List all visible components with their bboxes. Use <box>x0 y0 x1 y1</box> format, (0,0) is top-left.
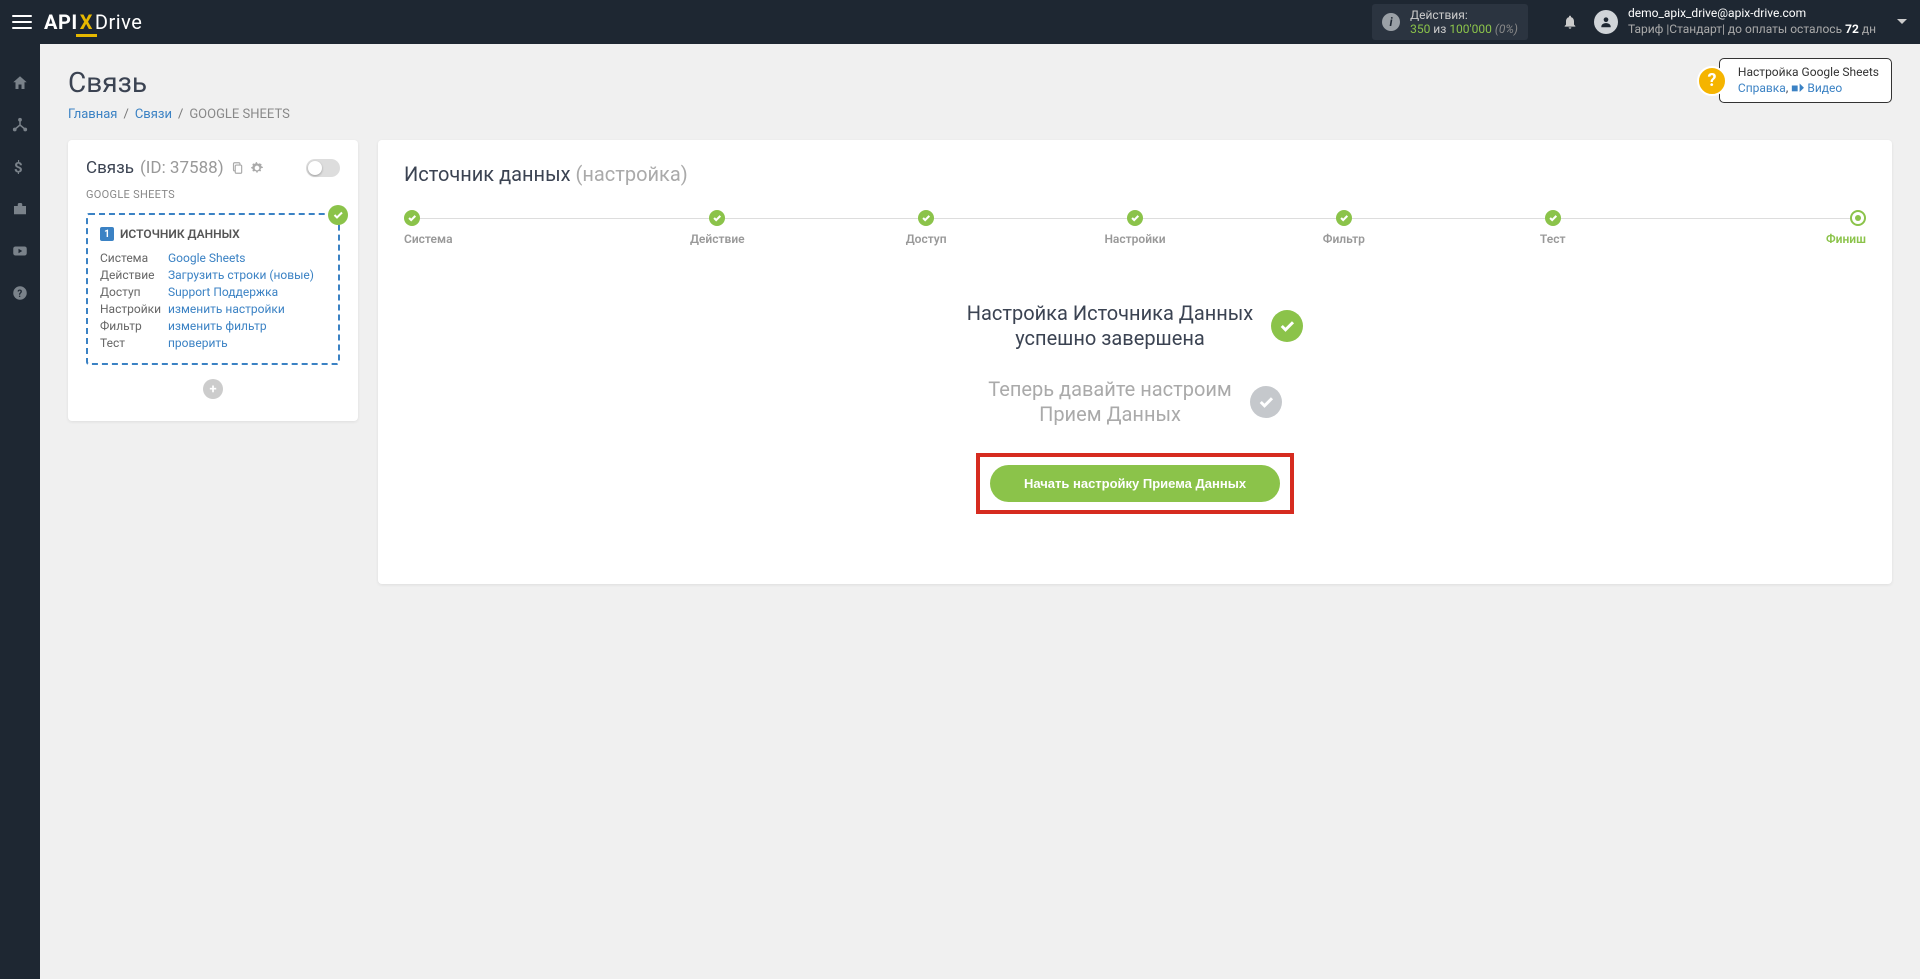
nav-connections-icon[interactable] <box>11 116 29 134</box>
copy-icon[interactable] <box>230 161 244 175</box>
help-link-doc[interactable]: Справка <box>1738 81 1786 95</box>
nav-billing-icon[interactable]: $ <box>11 158 29 176</box>
actions-label: Действия: <box>1410 8 1518 22</box>
step-label: Финиш <box>1826 232 1866 246</box>
source-row: Настройкиизменить настройки <box>100 302 326 316</box>
help-badge-icon[interactable]: ? <box>1697 66 1727 96</box>
source-row-key: Тест <box>100 336 168 350</box>
connection-id: (ID: 37588) <box>140 158 224 178</box>
step-label: Система <box>404 232 453 246</box>
user-menu[interactable]: demo_apix_drive@apix-drive.com Тариф |Ст… <box>1594 6 1908 37</box>
logo-text-1: API <box>44 10 78 34</box>
avatar-icon <box>1594 10 1618 34</box>
breadcrumb-home[interactable]: Главная <box>68 107 117 122</box>
step-dot <box>1336 210 1352 226</box>
source-row-key: Доступ <box>100 285 168 299</box>
step-dot <box>1850 210 1866 226</box>
step-label: Настройки <box>1104 232 1165 246</box>
step-финиш[interactable]: Финиш <box>1657 210 1866 246</box>
step-label: Доступ <box>906 232 947 246</box>
step-dot <box>918 210 934 226</box>
status-pending-icon <box>1250 386 1282 418</box>
source-row-key: Действие <box>100 268 168 282</box>
status-done-text: Настройка Источника Данныхуспешно заверш… <box>967 301 1253 351</box>
user-tariff: Тариф |Стандарт| до оплаты осталось 72 д… <box>1628 22 1876 38</box>
stepper: Система Действие Доступ Настройки Фильтр Тест… <box>404 210 1866 246</box>
chevron-down-icon <box>1896 18 1908 26</box>
step-label: Фильтр <box>1323 232 1365 246</box>
breadcrumb: Главная/ Связи/ GOOGLE SHEETS <box>68 107 1892 122</box>
step-настройки[interactable]: Настройки <box>1031 210 1240 246</box>
status-pending-text: Теперь давайте настроимПрием Данных <box>988 377 1232 427</box>
actions-used: 350 <box>1410 22 1430 36</box>
source-row-key: Система <box>100 251 168 265</box>
nav-help-icon[interactable]: ? <box>11 284 29 302</box>
breadcrumb-current: GOOGLE SHEETS <box>189 107 289 122</box>
source-box: 1ИСТОЧНИК ДАННЫХ СистемаGoogle SheetsДей… <box>86 213 340 365</box>
camera-icon: ■⏵ <box>1791 81 1804 95</box>
page-title: Связь <box>68 66 1892 99</box>
start-destination-setup-button[interactable]: Начать настройку Приема Данных <box>990 465 1280 502</box>
main-title: Источник данных (настройка) <box>404 162 1866 186</box>
source-row-key: Настройки <box>100 302 168 316</box>
step-dot <box>1545 210 1561 226</box>
source-row: Тестпроверить <box>100 336 326 350</box>
source-row: ДоступSupport Поддержка <box>100 285 326 299</box>
source-title: ИСТОЧНИК ДАННЫХ <box>120 227 240 241</box>
source-row-link[interactable]: проверить <box>168 336 228 350</box>
gear-icon[interactable] <box>250 161 264 175</box>
step-label: Действие <box>690 232 745 246</box>
main-card: Источник данных (настройка) Система Дейст… <box>378 140 1892 584</box>
info-icon: i <box>1382 13 1400 31</box>
nav-video-icon[interactable] <box>11 242 29 260</box>
source-row-link[interactable]: изменить настройки <box>168 302 285 316</box>
connection-label: Связь <box>86 158 134 178</box>
nav-home-icon[interactable] <box>11 74 29 92</box>
source-row: ДействиеЗагрузить строки (новые) <box>100 268 326 282</box>
hamburger-menu[interactable] <box>12 15 32 29</box>
source-row: СистемаGoogle Sheets <box>100 251 326 265</box>
source-check-icon <box>328 205 348 225</box>
svg-text:$: $ <box>14 158 23 176</box>
source-row-link[interactable]: Support Поддержка <box>168 285 278 299</box>
actions-total: 100'000 <box>1449 22 1492 36</box>
logo[interactable]: APIXDrive <box>44 10 142 34</box>
step-система[interactable]: Система <box>404 210 613 246</box>
actions-counter[interactable]: i Действия: 350 из 100'000 (0%) <box>1372 4 1528 41</box>
nav-briefcase-icon[interactable] <box>11 200 29 218</box>
help-link-video[interactable]: Видео <box>1807 81 1842 95</box>
connection-service: GOOGLE SHEETS <box>86 188 340 201</box>
step-dot <box>1127 210 1143 226</box>
help-popover: ? Настройка Google Sheets Справка, ■⏵ Ви… <box>1697 58 1892 103</box>
step-доступ[interactable]: Доступ <box>822 210 1031 246</box>
logo-x: X <box>78 10 95 34</box>
bell-icon[interactable] <box>1562 13 1578 31</box>
step-действие[interactable]: Действие <box>613 210 822 246</box>
step-dot <box>404 210 420 226</box>
add-destination-button[interactable]: + <box>203 379 223 399</box>
cta-highlight: Начать настройку Приема Данных <box>976 453 1294 514</box>
source-number-badge: 1 <box>100 227 114 241</box>
source-row-link[interactable]: Google Sheets <box>168 251 245 265</box>
step-label: Тест <box>1540 232 1566 246</box>
logo-text-2: Drive <box>95 10 142 34</box>
connection-toggle[interactable] <box>306 159 340 177</box>
actions-pct: (0%) <box>1495 22 1518 36</box>
connection-card: Связь (ID: 37588) GOOGLE SHEETS 1 ИСТОЧНИ… <box>68 140 358 421</box>
source-row: Фильтризменить фильтр <box>100 319 326 333</box>
user-email: demo_apix_drive@apix-drive.com <box>1628 6 1876 22</box>
source-row-link[interactable]: изменить фильтр <box>168 319 267 333</box>
step-фильтр[interactable]: Фильтр <box>1239 210 1448 246</box>
source-row-link[interactable]: Загрузить строки (новые) <box>168 268 314 282</box>
breadcrumb-links[interactable]: Связи <box>135 107 172 122</box>
step-тест[interactable]: Тест <box>1448 210 1657 246</box>
svg-text:?: ? <box>17 289 22 300</box>
help-title: Настройка Google Sheets <box>1738 65 1879 81</box>
left-sidebar: $ ? <box>0 44 40 979</box>
step-dot <box>709 210 725 226</box>
source-row-key: Фильтр <box>100 319 168 333</box>
status-done-icon <box>1271 310 1303 342</box>
